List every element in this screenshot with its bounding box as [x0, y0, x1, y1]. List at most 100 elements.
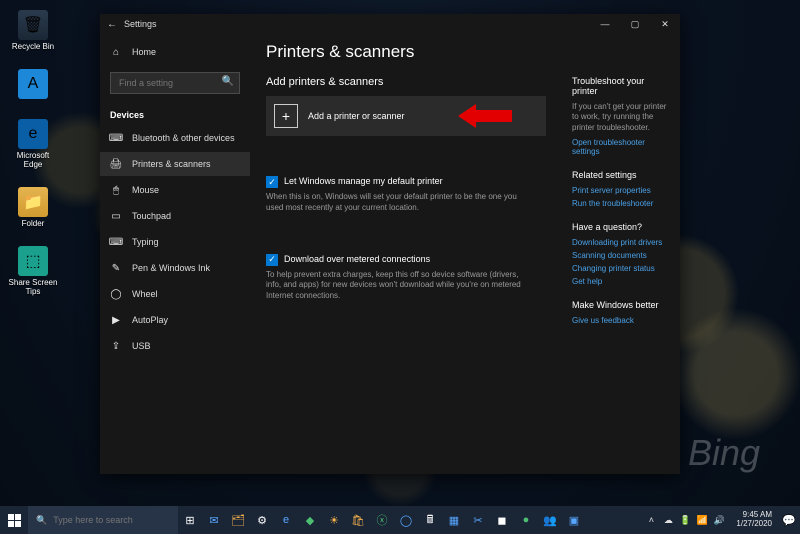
- printer-icon: 🖨: [110, 159, 122, 170]
- get-help-link[interactable]: Get help: [572, 277, 670, 286]
- sidebar-item-label: Typing: [132, 237, 159, 247]
- default-printer-desc: When this is on, Windows will set your d…: [266, 192, 526, 214]
- tray-expand-icon[interactable]: ˄: [644, 506, 658, 534]
- desktop-icons: 🗑Recycle Bin A eMicrosoft Edge 📁Folder ⬚…: [8, 10, 58, 296]
- print-server-properties-link[interactable]: Print server properties: [572, 186, 670, 195]
- app-icon[interactable]: ☀: [322, 506, 346, 534]
- sidebar-item-wheel[interactable]: ◯ Wheel: [100, 282, 250, 306]
- pen-icon: ✎: [110, 263, 122, 274]
- task-icons: ⊞ ✉ 🗂 ⚙ e ◆ ☀ 🛍 ⓧ ◯ 🖩 ▦ ✂ ◼ ● 👥 ▣: [178, 506, 586, 534]
- taskbar-clock[interactable]: 9:45 AM 1/27/2020: [730, 511, 778, 529]
- annotation-arrow: [458, 104, 512, 128]
- app-icon[interactable]: ◆: [298, 506, 322, 534]
- sidebar-item-label: USB: [132, 341, 151, 351]
- calculator-icon[interactable]: 🖩: [418, 506, 442, 534]
- sidebar-item-printers[interactable]: 🖨 Printers & scanners: [100, 152, 250, 176]
- snip-icon[interactable]: ✂: [466, 506, 490, 534]
- usb-icon: ⇪: [110, 341, 122, 352]
- sidebar-item-label: Bluetooth & other devices: [132, 133, 235, 143]
- close-button[interactable]: ✕: [650, 14, 680, 34]
- right-rail: Troubleshoot your printer If you can't g…: [562, 34, 680, 474]
- bluetooth-icon: ⌨: [110, 133, 122, 144]
- folder-shortcut[interactable]: 📁Folder: [8, 187, 58, 228]
- store-icon[interactable]: 🛍: [346, 506, 370, 534]
- xbox-icon[interactable]: ⓧ: [370, 506, 394, 534]
- taskbar-search[interactable]: 🔍: [28, 506, 178, 534]
- search-input[interactable]: [110, 72, 240, 94]
- metered-checkbox[interactable]: ✓ Download over metered connections: [266, 254, 546, 266]
- home-row[interactable]: ⌂ Home: [100, 40, 250, 64]
- rail-troubleshoot-title: Troubleshoot your printer: [572, 76, 670, 96]
- start-button[interactable]: [0, 506, 28, 534]
- sidebar: ⌂ Home 🔍 Devices ⌨Bluetooth & other devi…: [100, 34, 250, 474]
- wheel-icon: ◯: [110, 289, 122, 300]
- mouse-icon: 🖱: [110, 185, 122, 196]
- task-view-icon[interactable]: ⊞: [178, 506, 202, 534]
- sidebar-item-bluetooth[interactable]: ⌨ Bluetooth & other devices: [100, 126, 250, 150]
- minimize-button[interactable]: —: [590, 14, 620, 34]
- sidebar-item-label: Printers & scanners: [132, 159, 211, 169]
- changing-printer-status-link[interactable]: Changing printer status: [572, 264, 670, 273]
- home-icon: ⌂: [110, 47, 122, 58]
- search-icon: 🔍: [222, 76, 234, 87]
- tray-cloud-icon[interactable]: ☁: [661, 506, 675, 534]
- mail-icon[interactable]: ✉: [202, 506, 226, 534]
- give-feedback-link[interactable]: Give us feedback: [572, 316, 670, 325]
- content-area: Printers & scanners Add printers & scann…: [250, 34, 562, 474]
- taskbar-search-input[interactable]: [53, 515, 168, 525]
- bing-watermark: Bing: [688, 432, 760, 474]
- open-troubleshooter-link[interactable]: Open troubleshooter settings: [572, 138, 670, 156]
- rail-related-title: Related settings: [572, 170, 670, 180]
- add-printer-label: Add a printer or scanner: [308, 111, 405, 121]
- taskbar: 🔍 ⊞ ✉ 🗂 ⚙ e ◆ ☀ 🛍 ⓧ ◯ 🖩 ▦ ✂ ◼ ● 👥 ▣ ˄ ☁ …: [0, 506, 800, 534]
- checkbox-checked-icon: ✓: [266, 254, 278, 266]
- titlebar[interactable]: ← Settings — ▢ ✕: [100, 14, 680, 34]
- plus-icon: +: [274, 104, 298, 128]
- teams-icon[interactable]: 👥: [538, 506, 562, 534]
- sidebar-item-label: Pen & Windows Ink: [132, 263, 210, 273]
- back-button[interactable]: ←: [100, 19, 124, 30]
- sidebar-item-typing[interactable]: ⌨ Typing: [100, 230, 250, 254]
- edge-shortcut[interactable]: eMicrosoft Edge: [8, 119, 58, 169]
- tray-wifi-icon[interactable]: 📶: [695, 506, 709, 534]
- tray-battery-icon[interactable]: 🔋: [678, 506, 692, 534]
- rail-troubleshoot-desc: If you can't get your printer to work, t…: [572, 102, 670, 133]
- action-center-icon[interactable]: 💬: [778, 506, 800, 534]
- sidebar-item-mouse[interactable]: 🖱 Mouse: [100, 178, 250, 202]
- cortana-icon[interactable]: ◯: [394, 506, 418, 534]
- sidebar-item-label: Wheel: [132, 289, 158, 299]
- tray-volume-icon[interactable]: 🔊: [712, 506, 726, 534]
- keyboard-icon: ⌨: [110, 237, 122, 248]
- sidebar-item-label: Mouse: [132, 185, 159, 195]
- add-printer-button[interactable]: + Add a printer or scanner: [266, 96, 546, 136]
- sidebar-item-touchpad[interactable]: ▭Touchpad: [100, 204, 250, 228]
- page-title: Printers & scanners: [266, 42, 546, 62]
- scanning-documents-link[interactable]: Scanning documents: [572, 251, 670, 260]
- app-icon[interactable]: ●: [514, 506, 538, 534]
- default-printer-checkbox[interactable]: ✓ Let Windows manage my default printer: [266, 176, 546, 188]
- app-icon[interactable]: ◼: [490, 506, 514, 534]
- edge-task-icon[interactable]: e: [274, 506, 298, 534]
- recycle-bin-icon[interactable]: 🗑Recycle Bin: [8, 10, 58, 51]
- calendar-icon[interactable]: ▦: [442, 506, 466, 534]
- run-troubleshooter-link[interactable]: Run the troubleshooter: [572, 199, 670, 208]
- sidebar-item-label: Touchpad: [132, 211, 171, 221]
- sidebar-item-label: AutoPlay: [132, 315, 168, 325]
- section-add: Add printers & scanners: [266, 76, 546, 88]
- rail-better-title: Make Windows better: [572, 300, 670, 310]
- metered-desc: To help prevent extra charges, keep this…: [266, 270, 526, 302]
- app-icon[interactable]: ▣: [562, 506, 586, 534]
- share-screen-tips-shortcut[interactable]: ⬚Share Screen Tips: [8, 246, 58, 296]
- sidebar-item-usb[interactable]: ⇪ USB: [100, 334, 250, 358]
- download-drivers-link[interactable]: Downloading print drivers: [572, 238, 670, 247]
- home-label: Home: [132, 47, 156, 57]
- maximize-button[interactable]: ▢: [620, 14, 650, 34]
- autoplay-icon: ▶: [110, 315, 122, 326]
- sidebar-item-pen[interactable]: ✎ Pen & Windows Ink: [100, 256, 250, 280]
- search-field[interactable]: 🔍: [110, 72, 240, 94]
- sidebar-item-autoplay[interactable]: ▶ AutoPlay: [100, 308, 250, 332]
- desktop-shortcut[interactable]: A: [8, 69, 58, 101]
- window-title: Settings: [124, 19, 157, 29]
- file-explorer-icon[interactable]: 🗂: [226, 506, 250, 534]
- settings-task-icon[interactable]: ⚙: [250, 506, 274, 534]
